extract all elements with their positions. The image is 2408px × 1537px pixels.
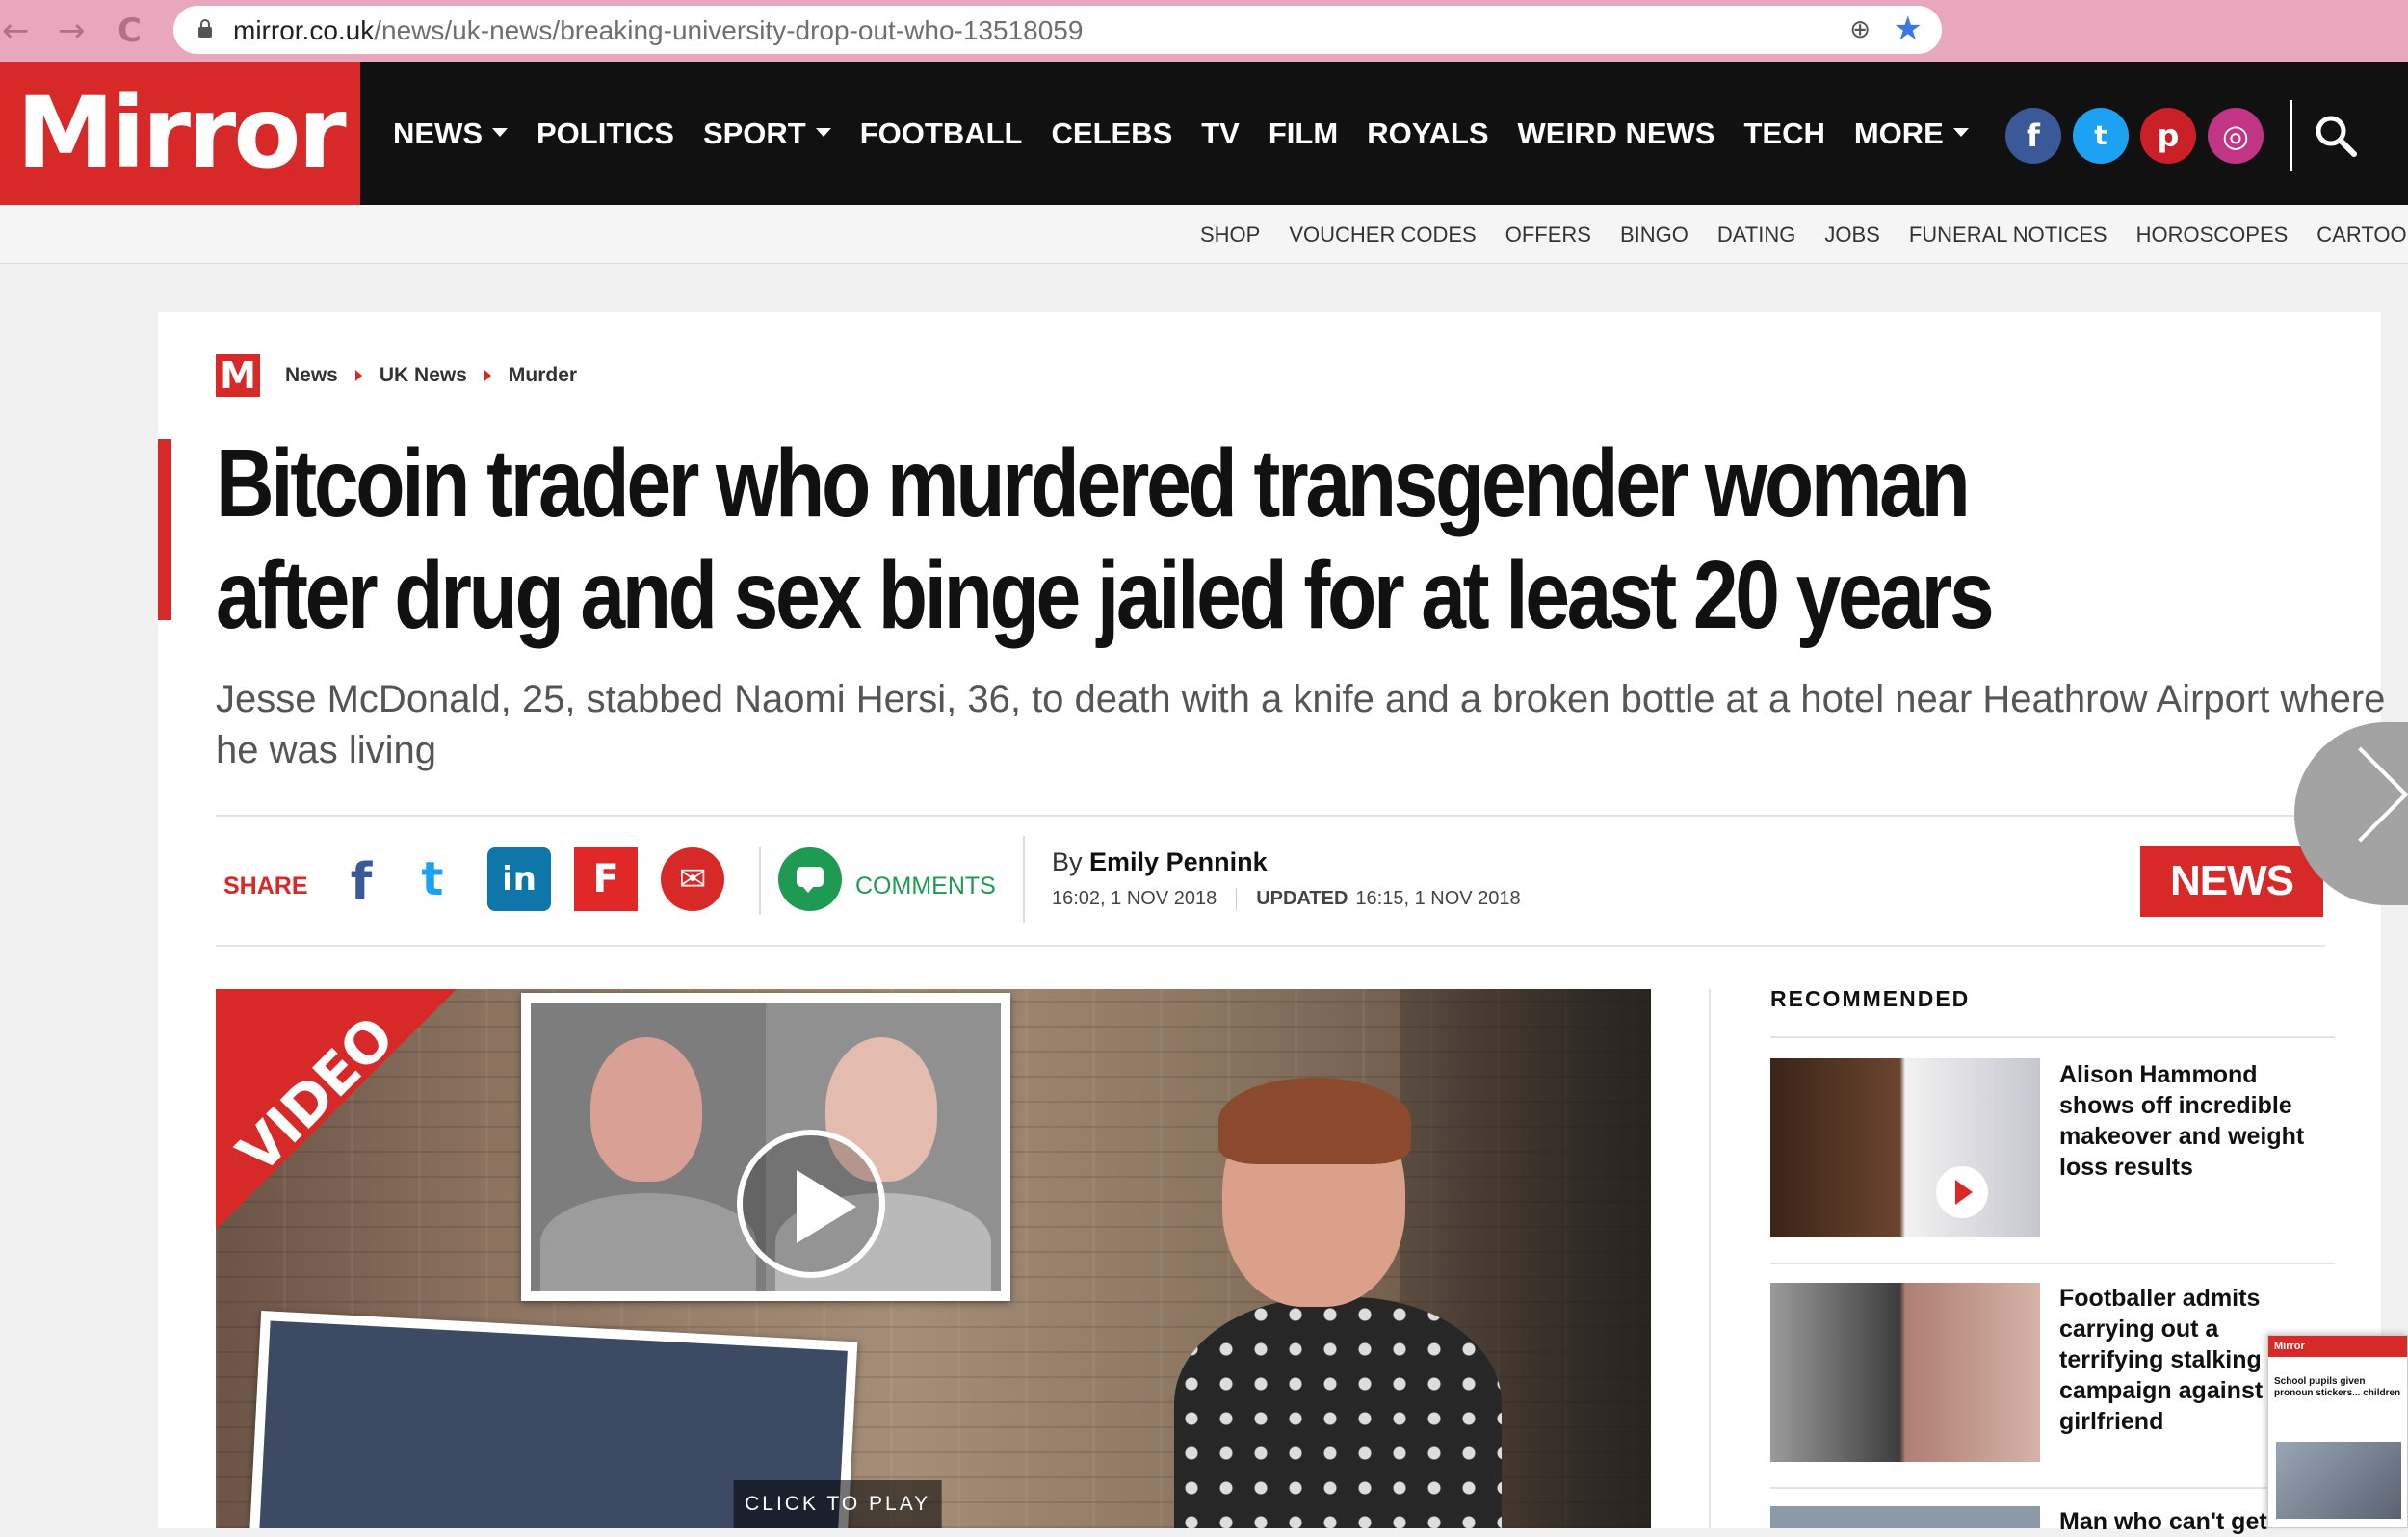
subnav-shop[interactable]: SHOP — [1200, 222, 1260, 247]
reload-icon[interactable]: C — [118, 12, 142, 50]
chevron-right-icon — [484, 370, 491, 381]
mini-preview-image — [2276, 1442, 2401, 1519]
updated-time: 16:15, 1 NOV 2018 — [1355, 888, 1521, 909]
published-time: 16:02, 1 NOV 2018 — [1052, 888, 1217, 909]
byline-prefix: By — [1052, 847, 1083, 876]
recommended-thumbnail[interactable] — [1770, 1506, 2040, 1528]
chevron-down-icon — [815, 127, 831, 137]
share-linkedin-icon[interactable]: in — [487, 847, 551, 911]
updated-label: UPDATED — [1236, 888, 1348, 910]
subnav-bingo[interactable]: BINGO — [1620, 222, 1688, 247]
divider — [759, 847, 761, 915]
search-icon[interactable] — [2312, 112, 2360, 160]
nav-news[interactable]: NEWS — [393, 117, 508, 151]
sidebar-divider — [1709, 989, 1711, 1528]
nav-tech[interactable]: TECH — [1743, 117, 1824, 151]
divider — [1770, 1263, 2335, 1264]
share-flipboard-icon[interactable]: F — [574, 847, 638, 911]
mirror-logo[interactable]: Mirror — [0, 62, 360, 205]
suspect-figure — [1174, 1078, 1502, 1528]
site-header: Mirror NEWS POLITICS SPORT FOOTBALL CELE… — [0, 62, 2408, 205]
comments-link[interactable]: COMMENTS — [855, 873, 996, 900]
headline-accent-bar — [158, 439, 171, 620]
subnav-dating[interactable]: DATING — [1717, 222, 1795, 247]
recommended-thumbnail[interactable] — [1770, 1058, 2040, 1237]
breadcrumb-uk-news[interactable]: UK News — [380, 364, 467, 387]
byline: By Emily Pennink — [1052, 847, 1268, 877]
nav-label: NEWS — [393, 116, 483, 150]
chevron-right-icon — [354, 370, 362, 381]
nav-sport[interactable]: SPORT — [703, 117, 831, 151]
author-name[interactable]: Emily Pennink — [1089, 847, 1268, 876]
section-badge[interactable]: NEWS — [2140, 846, 2323, 917]
facebook-icon[interactable]: f — [2005, 108, 2061, 164]
breadcrumb-murder[interactable]: Murder — [509, 364, 577, 387]
url-path: /news/uk-news/breaking-university-drop-o… — [374, 15, 1084, 45]
play-icon — [797, 1170, 856, 1243]
mugshot-left — [531, 1003, 766, 1291]
pinterest-icon[interactable]: p — [2140, 108, 2196, 164]
mini-preview-headline: School pupils given pronoun stickers... … — [2274, 1376, 2401, 1398]
subnav-cartoons[interactable]: CARTOONS — [2316, 222, 2408, 247]
back-icon[interactable]: ← — [2, 12, 30, 50]
nav-label: MORE — [1853, 116, 1944, 150]
nav-label: SPORT — [702, 116, 806, 150]
nav-football[interactable]: FOOTBALL — [860, 117, 1023, 151]
divider — [1023, 836, 1025, 923]
chevron-down-icon — [492, 127, 508, 137]
mini-article-preview[interactable]: Mirror School pupils given pronoun stick… — [2267, 1335, 2408, 1528]
play-icon — [1936, 1166, 1988, 1218]
nav-more[interactable]: MORE — [1854, 117, 1969, 151]
nav-weird-news[interactable]: WEIRD NEWS — [1518, 117, 1715, 151]
video-player[interactable]: VIDEO CLICK TO PLAY — [216, 989, 1651, 1528]
share-email-icon[interactable]: ✉ — [661, 847, 724, 911]
subnav-offers[interactable]: OFFERS — [1505, 222, 1591, 247]
click-to-play-label[interactable]: CLICK TO PLAY — [733, 1480, 942, 1528]
chevron-right-icon — [2313, 746, 2408, 843]
chevron-down-icon — [1952, 127, 1969, 137]
header-divider — [2290, 100, 2292, 171]
nav-tv[interactable]: TV — [1201, 117, 1240, 151]
address-bar[interactable]: mirror.co.uk/news/uk-news/breaking-unive… — [173, 6, 1942, 54]
add-icon[interactable]: ⊕ — [1849, 15, 1871, 44]
divider — [1770, 1036, 2335, 1038]
forward-icon[interactable]: → — [58, 12, 86, 50]
subnav-voucher-codes[interactable]: VOUCHER CODES — [1289, 222, 1476, 247]
main-nav: NEWS POLITICS SPORT FOOTBALL CELEBS TV F… — [393, 62, 1969, 205]
subnav-jobs[interactable]: JOBS — [1824, 222, 1879, 247]
comments-icon[interactable] — [778, 847, 842, 911]
mini-preview-brand: Mirror — [2268, 1336, 2407, 1357]
nav-royals[interactable]: ROYALS — [1367, 117, 1488, 151]
nav-film[interactable]: FILM — [1269, 117, 1338, 151]
divider — [216, 945, 2325, 947]
play-button[interactable] — [737, 1130, 885, 1278]
url-domain: mirror.co.uk — [233, 15, 375, 45]
article-standfirst: Jesse McDonald, 25, stabbed Naomi Hersi,… — [216, 678, 2386, 771]
secondary-nav: SHOP VOUCHER CODES OFFERS BINGO DATING J… — [0, 205, 2408, 264]
subnav-horoscopes[interactable]: HOROSCOPES — [2136, 222, 2289, 247]
share-label: SHARE — [223, 873, 308, 899]
recommended-item-title[interactable]: Alison Hammond shows off incredible make… — [2059, 1059, 2319, 1183]
instagram-icon[interactable]: ◎ — [2208, 108, 2264, 164]
breadcrumb: M News UK News Murder — [216, 354, 577, 397]
lock-icon — [198, 19, 212, 38]
recommended-thumbnail[interactable] — [1770, 1283, 2040, 1462]
share-twitter-icon[interactable]: t — [401, 847, 464, 911]
breadcrumb-news[interactable]: News — [285, 364, 338, 387]
mirror-m-logo[interactable]: M — [216, 354, 260, 397]
divider — [1770, 1487, 2335, 1489]
subnav-funeral-notices[interactable]: FUNERAL NOTICES — [1909, 222, 2107, 247]
article-dates: 16:02, 1 NOV 2018 UPDATED 16:15, 1 NOV 2… — [1052, 888, 1521, 910]
article-headline: Bitcoin trader who murdered transgender … — [216, 430, 1995, 649]
article-card: M News UK News Murder Bitcoin trader who… — [158, 312, 2385, 1535]
nav-celebs[interactable]: CELEBS — [1052, 117, 1173, 151]
browser-toolbar: ← → C mirror.co.uk/news/uk-news/breaking… — [0, 0, 2408, 62]
twitter-icon[interactable]: t — [2073, 108, 2129, 164]
divider — [216, 815, 2325, 817]
recommended-title: RECOMMENDED — [1770, 986, 1971, 1011]
url-text[interactable]: mirror.co.uk/news/uk-news/breaking-unive… — [233, 15, 1083, 46]
share-facebook-icon[interactable]: f — [329, 847, 393, 911]
nav-politics[interactable]: POLITICS — [537, 117, 674, 151]
bookmark-star-icon[interactable]: ★ — [1894, 10, 1923, 48]
